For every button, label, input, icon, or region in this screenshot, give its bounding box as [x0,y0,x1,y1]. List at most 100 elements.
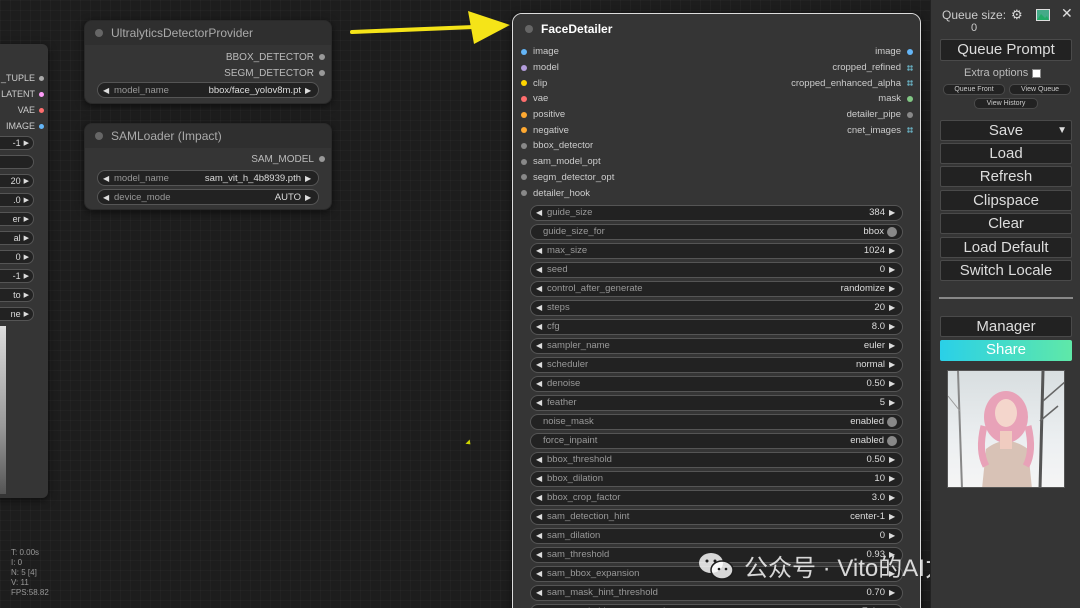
clipspace-button[interactable]: Clipspace [940,190,1072,211]
input-bbox-detector[interactable]: bbox_detector [521,140,593,151]
queue-prompt-button[interactable]: Queue Prompt [940,39,1072,61]
refresh-button[interactable]: Refresh [940,166,1072,187]
switch-locale-button[interactable]: Switch Locale [940,260,1072,281]
right-arrow-icon[interactable]: ▶ [889,474,897,483]
samloader-node[interactable]: SAMLoader (Impact) SAM_MODEL ◀ model_nam… [84,123,332,210]
left-output-row[interactable]: LATENT [1,89,44,99]
left-arrow-icon[interactable]: ◀ [536,455,544,464]
extra-options-checkbox[interactable] [1032,68,1042,78]
widget-bbox-threshold[interactable]: ◀ bbox_threshold 0.50 ▶ [530,451,903,468]
left-arrow-icon[interactable]: ◀ [536,569,544,578]
toggle-knob-icon[interactable] [887,435,897,446]
output-socket-icon[interactable] [39,91,44,97]
clear-button[interactable]: Clear [940,213,1072,234]
load-default-button[interactable]: Load Default [940,237,1072,258]
right-arrow-icon[interactable]: ▶ [24,234,29,242]
widget-sam-detection-hint[interactable]: ◀ sam_detection_hint center-1 ▶ [530,508,903,525]
right-arrow-icon[interactable]: ▶ [305,193,313,202]
right-arrow-icon[interactable]: ▶ [24,253,29,261]
widget-bbox-dilation[interactable]: ◀ bbox_dilation 10 ▶ [530,470,903,487]
left-widget[interactable]: er ▶ [0,212,34,226]
output-socket-icon[interactable] [319,54,325,60]
widget-sam-dilation[interactable]: ◀ sam_dilation 0 ▶ [530,527,903,544]
right-arrow-icon[interactable]: ▶ [24,215,29,223]
widget-guide-size-for[interactable]: guide_size_for bbox [530,223,903,240]
left-arrow-icon[interactable]: ◀ [536,303,544,312]
right-arrow-icon[interactable]: ▶ [889,512,897,521]
left-arrow-icon[interactable]: ◀ [536,284,544,293]
widget-steps[interactable]: ◀ steps 20 ▶ [530,299,903,316]
output-image[interactable]: image [875,46,913,57]
dropdown-arrow-icon[interactable]: ▼ [1057,121,1067,140]
collapse-dot-icon[interactable] [525,25,533,33]
list-output-socket-icon[interactable] [907,127,913,134]
left-arrow-icon[interactable]: ◀ [103,174,111,183]
left-widget[interactable]: 20 ▶ [0,174,34,188]
left-arrow-icon[interactable]: ◀ [536,531,544,540]
output-sam-model[interactable]: SAM_MODEL [85,151,331,167]
left-arrow-icon[interactable]: ◀ [536,398,544,407]
input-socket-icon[interactable] [521,174,527,181]
list-output-socket-icon[interactable] [907,80,913,87]
right-arrow-icon[interactable]: ▶ [889,284,897,293]
left-widget[interactable]: ne ▶ [0,307,34,321]
output-socket-icon[interactable] [319,70,325,76]
facedetailer-node[interactable]: FaceDetailer image image model cropped_refi… [512,13,921,608]
manager-button[interactable]: Manager [940,316,1072,337]
ultralytics-detector-node[interactable]: UltralyticsDetectorProvider BBOX_DETECTO… [84,20,332,104]
widget-sam-mask-hint-use-negative[interactable]: ◀sam_mask_hint_use_negativeFalse▶ [530,603,903,608]
left-arrow-icon[interactable]: ◀ [536,550,544,559]
right-arrow-icon[interactable]: ▶ [889,246,897,255]
toggle-knob-icon[interactable] [887,226,897,237]
output-socket-icon[interactable] [39,107,44,113]
widget-seed[interactable]: ◀ seed 0 ▶ [530,261,903,278]
widget-noise-mask[interactable]: noise_mask enabled [530,413,903,430]
output-segm-detector[interactable]: SEGM_DETECTOR [85,65,331,81]
widget-guide-size[interactable]: ◀ guide_size 384 ▶ [530,204,903,221]
left-widget[interactable]: al ▶ [0,231,34,245]
left-widget[interactable]: to ▶ [0,288,34,302]
left-arrow-icon[interactable]: ◀ [536,379,544,388]
input-socket-icon[interactable] [521,190,527,197]
input-image[interactable]: image [521,46,559,57]
input-negative[interactable]: negative [521,125,569,136]
output-socket-icon[interactable] [907,48,913,55]
device-mode-combo[interactable]: ◀ device_mode AUTO ▶ [97,189,319,205]
right-arrow-icon[interactable]: ▶ [889,379,897,388]
left-widget[interactable]: 0 ▶ [0,250,34,264]
left-arrow-icon[interactable]: ◀ [536,588,544,597]
left-widget[interactable]: -1 ▶ [0,136,34,150]
right-arrow-icon[interactable]: ▶ [24,310,29,318]
input-segm-detector-opt[interactable]: segm_detector_opt [521,172,614,183]
widget-sam-mask-hint-threshold[interactable]: ◀ sam_mask_hint_threshold 0.70 ▶ [530,584,903,601]
right-arrow-icon[interactable]: ▶ [889,265,897,274]
widget-bbox-crop-factor[interactable]: ◀ bbox_crop_factor 3.0 ▶ [530,489,903,506]
input-socket-icon[interactable] [521,48,527,55]
gear-icon[interactable]: ⚙ [1011,7,1023,23]
right-arrow-icon[interactable]: ▶ [889,360,897,369]
node-title[interactable]: FaceDetailer [513,14,920,44]
left-arrow-icon[interactable]: ◀ [103,193,111,202]
close-icon[interactable]: ✕ [1061,5,1073,22]
collapse-dot-icon[interactable] [95,29,103,37]
image-icon[interactable] [1036,9,1050,21]
widget-sampler-name[interactable]: ◀ sampler_name euler ▶ [530,337,903,354]
left-widget[interactable]: .0 ▶ [0,193,34,207]
input-socket-icon[interactable] [521,64,527,71]
left-arrow-icon[interactable]: ◀ [536,246,544,255]
toggle-knob-icon[interactable] [887,416,897,427]
collapse-dot-icon[interactable] [95,132,103,140]
left-arrow-icon[interactable]: ◀ [536,208,544,217]
input-socket-icon[interactable] [521,127,527,134]
left-arrow-icon[interactable]: ◀ [536,474,544,483]
left-output-row[interactable]: IMAGE [6,121,44,131]
right-arrow-icon[interactable]: ▶ [889,322,897,331]
model-name-combo[interactable]: ◀ model_name bbox/face_yolov8m.pt ▶ [97,82,319,98]
right-arrow-icon[interactable]: ▶ [24,196,29,204]
right-arrow-icon[interactable]: ▶ [889,531,897,540]
input-socket-icon[interactable] [521,80,527,87]
left-widget[interactable] [0,155,34,169]
output-detailer-pipe[interactable]: detailer_pipe [847,109,913,120]
left-widget[interactable]: -1 ▶ [0,269,34,283]
input-vae[interactable]: vae [521,93,548,104]
